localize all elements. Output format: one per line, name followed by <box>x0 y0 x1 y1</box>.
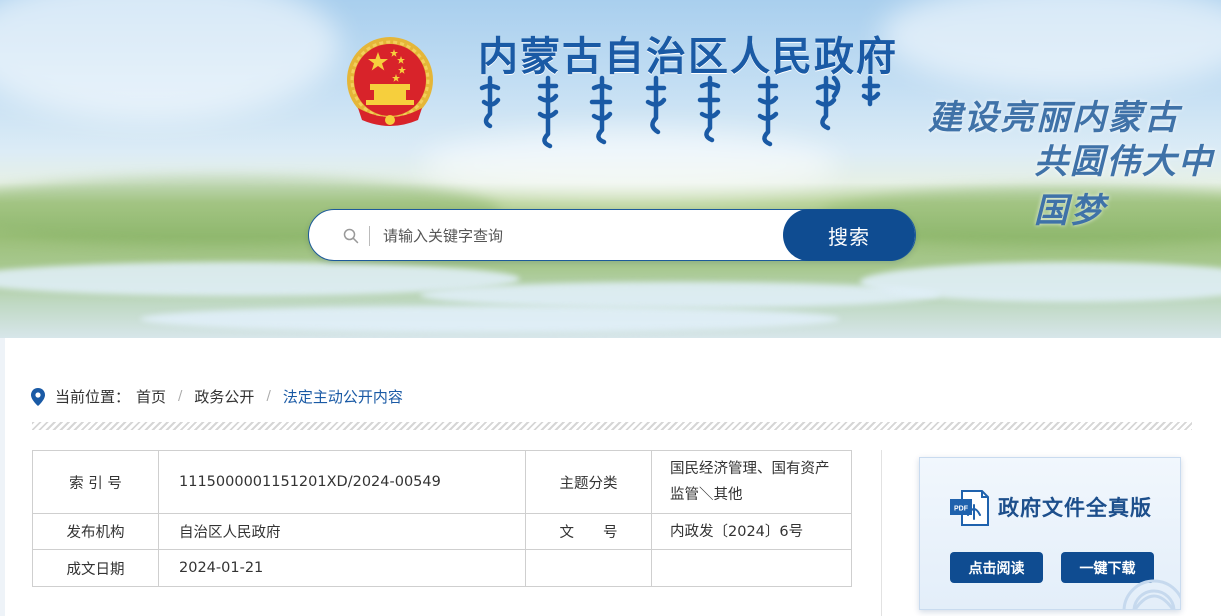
banner-cloud <box>880 0 1221 90</box>
written-date-value: 2024-01-21 <box>158 549 526 587</box>
table-row: 发布机构 自治区人民政府 文 号 内政发〔2024〕6号 <box>32 513 852 550</box>
index-number-label: 索 引 号 <box>32 450 159 514</box>
slogan-line-2: 共圆伟大中国梦 <box>1034 142 1214 231</box>
section-divider <box>32 422 1192 430</box>
empty-cell <box>651 549 852 587</box>
banner-cloud <box>0 0 340 120</box>
breadcrumb-item-gov-affairs[interactable]: 政务公开 <box>194 386 254 407</box>
issuer-value: 自治区人民政府 <box>158 513 526 550</box>
document-info-table: 索 引 号 1115000001151201XD/2024-00549 主题分类… <box>32 450 852 587</box>
mongolian-title-script <box>479 75 881 149</box>
topic-category-label: 主题分类 <box>525 450 652 514</box>
index-number-value: 1115000001151201XD/2024-00549 <box>158 450 526 514</box>
slogan-line-1: 建设亮丽内蒙古 <box>928 98 1180 138</box>
search-input[interactable] <box>383 220 773 252</box>
search-icon <box>343 228 359 244</box>
pdf-document-icon: PDF <box>950 490 989 526</box>
search-bar: 搜索 <box>308 209 916 261</box>
table-row: 索 引 号 1115000001151201XD/2024-00549 主题分类… <box>32 450 852 514</box>
banner-river <box>140 306 840 332</box>
breadcrumb-item-current[interactable]: 法定主动公开内容 <box>283 386 403 407</box>
topic-category-value: 国民经济管理、国有资产监管＼其他 <box>651 450 852 514</box>
column-divider <box>881 450 882 616</box>
breadcrumb-separator: / <box>266 389 271 404</box>
breadcrumb-separator: / <box>178 389 183 404</box>
breadcrumb: 当前位置： 首页 / 政务公开 / 法定主动公开内容 <box>31 386 403 407</box>
read-document-button[interactable]: 点击阅读 <box>950 552 1043 583</box>
pdf-icon-text: PDF <box>954 506 969 513</box>
decorative-pattern-icon <box>1122 579 1180 609</box>
search-separator <box>369 226 370 246</box>
issuer-label: 发布机构 <box>32 513 159 550</box>
document-number-value: 内政发〔2024〕6号 <box>651 513 852 550</box>
header-banner: 内蒙古自治区人民政府 建设亮丽内蒙古 共圆伟大中国梦 搜索 <box>0 0 1221 338</box>
national-emblem-icon <box>347 37 433 126</box>
written-date-label: 成文日期 <box>32 549 159 587</box>
banner-river <box>420 282 940 308</box>
document-number-label: 文 号 <box>525 513 652 550</box>
official-document-card: PDF 政府文件全真版 点击阅读 一键下载 <box>919 457 1181 610</box>
table-row: 成文日期 2024-01-21 <box>32 549 852 587</box>
location-pin-icon <box>31 387 45 406</box>
empty-cell <box>525 549 652 587</box>
content-panel: 当前位置： 首页 / 政务公开 / 法定主动公开内容 索 引 号 1115000… <box>5 338 1221 616</box>
breadcrumb-item-home[interactable]: 首页 <box>136 386 166 407</box>
search-button[interactable]: 搜索 <box>783 209 915 261</box>
breadcrumb-prefix: 当前位置： <box>55 388 131 406</box>
card-title: 政府文件全真版 <box>998 495 1152 520</box>
